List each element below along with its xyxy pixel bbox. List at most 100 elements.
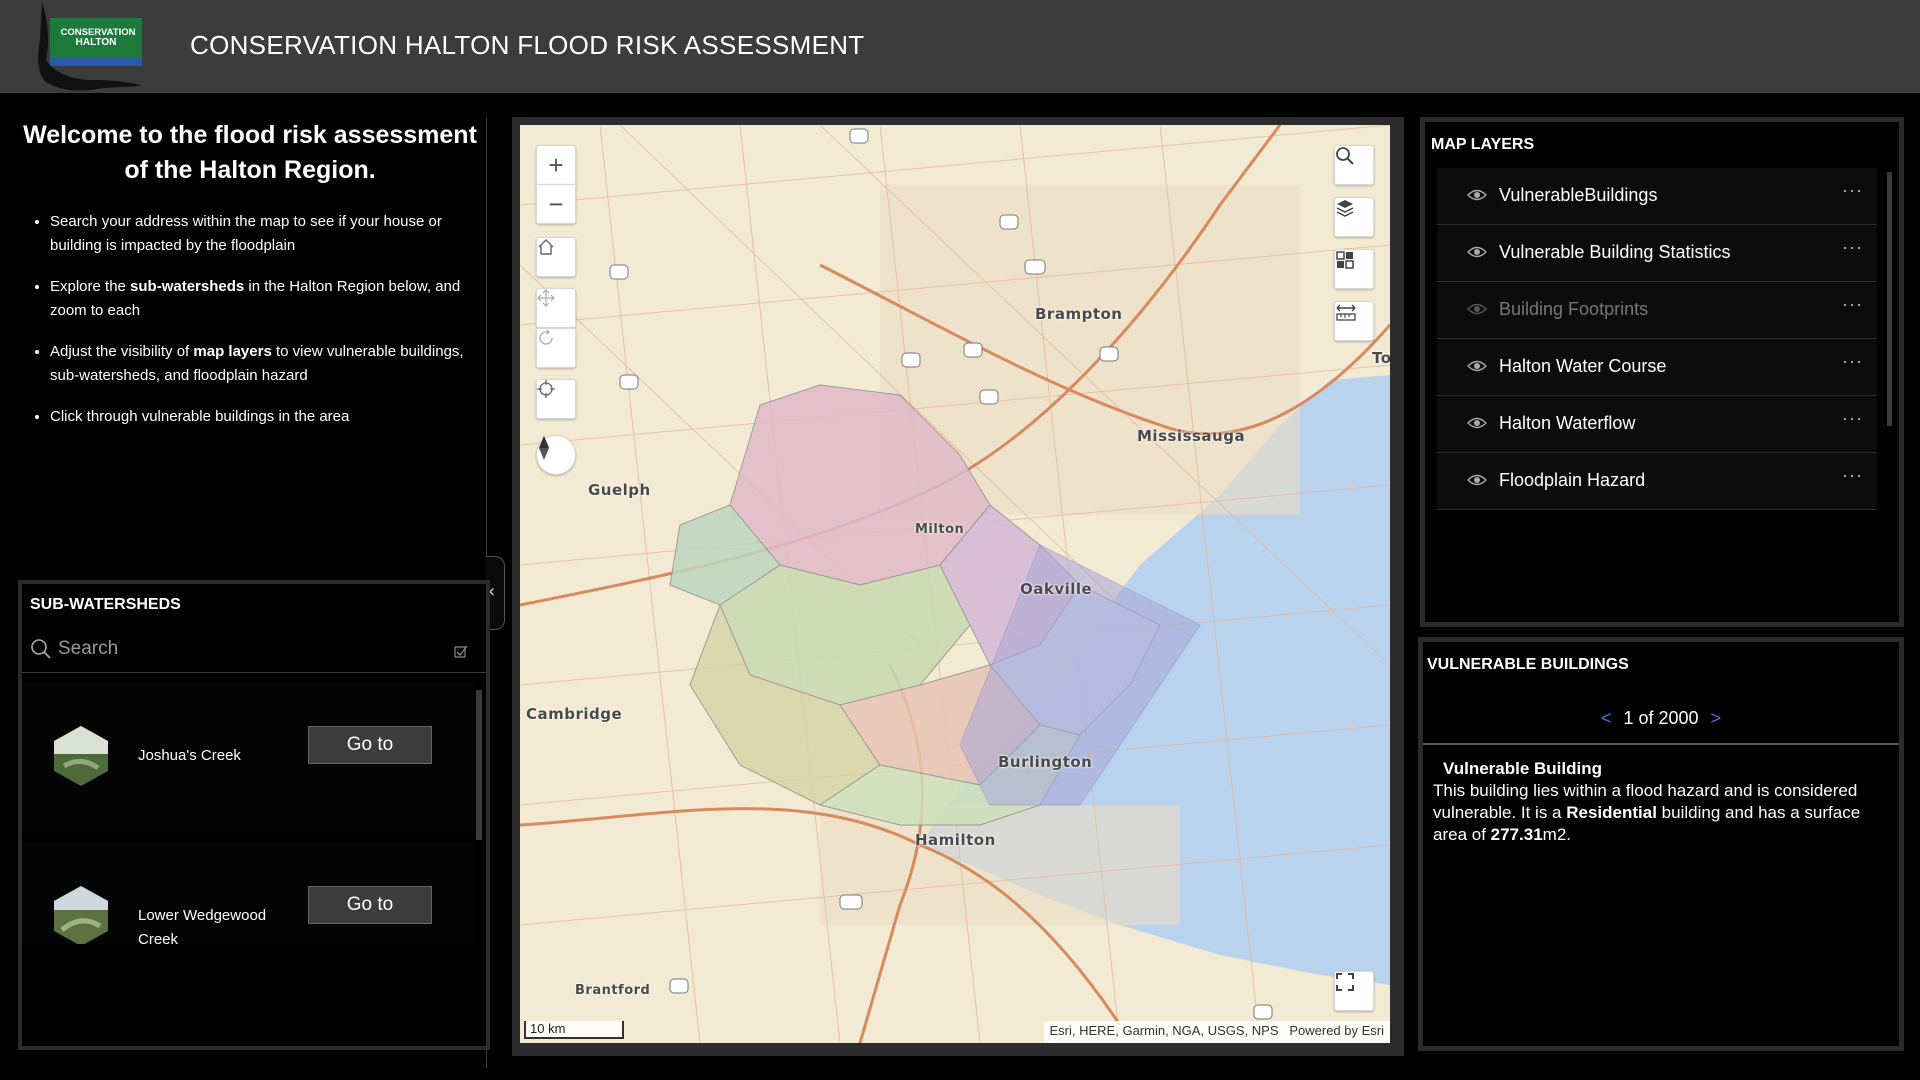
list-scrollbar[interactable] — [476, 690, 482, 840]
popup-title: Vulnerable Building — [1443, 759, 1602, 778]
intro-heading: Welcome to the flood risk assessment of … — [23, 121, 477, 184]
intro-bullet: Click through vulnerable buildings in th… — [50, 405, 480, 429]
more-options-icon[interactable]: ··· — [1842, 294, 1863, 315]
bullet-text: Adjust the visibility of — [50, 343, 194, 360]
eye-icon[interactable] — [1467, 188, 1487, 202]
bullet-text: Click through vulnerable buildings in th… — [50, 408, 350, 425]
building-type: Residential — [1566, 803, 1657, 822]
layer-list: VulnerableBuildings ··· Vulnerable Build… — [1437, 168, 1877, 510]
zoom-in-button[interactable]: + — [536, 145, 576, 185]
basemap-gallery-button[interactable] — [1334, 249, 1374, 289]
rotate-button[interactable] — [536, 328, 576, 368]
map-layers-title: MAP LAYERS — [1431, 136, 1535, 153]
more-options-icon[interactable]: ··· — [1842, 180, 1863, 201]
layer-item[interactable]: VulnerableBuildings ··· — [1437, 168, 1877, 225]
map-label-city: Oakville — [1020, 580, 1093, 598]
layer-item[interactable]: Halton Water Course ··· — [1437, 339, 1877, 396]
eye-icon[interactable] — [1467, 302, 1487, 316]
more-options-icon[interactable]: ··· — [1842, 408, 1863, 429]
measure-button[interactable] — [1334, 301, 1374, 341]
search-icon — [1336, 147, 1354, 165]
app-title: CONSERVATION HALTON FLOOD RISK ASSESSMEN… — [190, 30, 865, 60]
map-label-city: Mississauga — [1137, 427, 1246, 445]
map-layers-panel: MAP LAYERS VulnerableBuildings ··· Vulne… — [1420, 117, 1904, 627]
zoom-out-icon: − — [548, 188, 564, 219]
more-options-icon[interactable]: ··· — [1842, 237, 1863, 258]
bullet-bold-text: sub-watersheds — [130, 278, 245, 295]
scale-bar: 10 km — [524, 1021, 624, 1039]
compass-icon — [539, 436, 549, 460]
layer-item[interactable]: Building Footprints ··· — [1437, 282, 1877, 339]
home-icon — [538, 239, 554, 255]
conservation-halton-logo: CONSERVATION HALTON — [32, 0, 152, 93]
sub-watershed-name: Joshua's Creek — [138, 747, 241, 764]
compass-button[interactable] — [536, 435, 576, 475]
eye-icon[interactable] — [1467, 473, 1487, 487]
powered-by-esri[interactable]: Powered by Esri — [1289, 1023, 1384, 1038]
go-to-button[interactable]: Go to — [308, 726, 432, 764]
map-attribution[interactable]: Esri, HERE, Garmin, NGA, USGS, NPS Power… — [1043, 1021, 1390, 1043]
layer-name: Halton Water Course — [1499, 356, 1667, 376]
sub-watershed-thumbnail — [54, 886, 108, 944]
eye-icon[interactable] — [1467, 416, 1487, 430]
basemap-gallery-icon — [1336, 251, 1354, 269]
vulnerable-buildings-title: VULNERABLE BUILDINGS — [1427, 656, 1629, 673]
zoom-out-button[interactable]: − — [536, 184, 576, 224]
fullscreen-button[interactable] — [1334, 971, 1374, 1011]
intro-bullet: Explore the sub-watersheds in the Halton… — [50, 275, 480, 323]
pan-button[interactable] — [536, 288, 576, 328]
layer-item[interactable]: Vulnerable Building Statistics ··· — [1437, 225, 1877, 282]
bullet-bold-text: map layers — [193, 343, 272, 360]
layer-name: Halton Waterflow — [1499, 413, 1636, 433]
map-view[interactable]: Brampton Mississauga Guelph Milton Oakvi… — [520, 125, 1390, 1043]
search-input[interactable] — [56, 634, 420, 664]
fullscreen-icon — [1336, 973, 1354, 991]
layer-item[interactable]: Halton Waterflow ··· — [1437, 396, 1877, 453]
divider — [1423, 743, 1899, 745]
map-label-city: Hamilton — [915, 831, 996, 849]
layer-list-scrollbar[interactable] — [1887, 172, 1892, 426]
intro-panel: Welcome to the flood risk assessment of … — [20, 118, 480, 446]
go-to-button[interactable]: Go to — [308, 886, 432, 924]
eye-icon[interactable] — [1467, 359, 1487, 373]
search-map-button[interactable] — [1334, 145, 1374, 185]
layer-name: Building Footprints — [1499, 299, 1649, 319]
map-frame: Brampton Mississauga Guelph Milton Oakvi… — [512, 117, 1404, 1056]
basemap — [520, 125, 1390, 1043]
popup-description: This building lies within a flood hazard… — [1433, 780, 1893, 846]
layer-name: Vulnerable Building Statistics — [1499, 242, 1731, 262]
layers-icon — [1336, 200, 1354, 217]
rotate-icon — [539, 329, 553, 345]
feature-pager: <1 of 2000 > — [1423, 708, 1899, 729]
eye-icon[interactable] — [1467, 245, 1487, 259]
area-unit: m2. — [1542, 825, 1571, 844]
intro-bullet-list: Search your address within the map to se… — [20, 210, 480, 429]
more-options-icon[interactable]: ··· — [1842, 465, 1863, 486]
zoom-in-icon: + — [548, 149, 564, 180]
logo-text-line2: HALTON — [76, 37, 117, 48]
sub-watershed-thumbnail — [54, 726, 108, 786]
more-options-icon[interactable]: ··· — [1842, 351, 1863, 372]
locate-icon — [537, 380, 555, 398]
popup-content: Vulnerable Building This building lies w… — [1433, 758, 1893, 846]
sub-watershed-name: Lower Wedgewood Creek — [138, 907, 267, 944]
layer-item[interactable]: Floodplain Hazard ··· — [1437, 453, 1877, 510]
building-area: 277.31 — [1490, 825, 1543, 844]
home-button[interactable] — [536, 237, 576, 277]
map-label-city: Milton — [915, 522, 965, 537]
bullet-text: Explore the — [50, 278, 131, 295]
list-item[interactable]: Joshua's Creek Go to — [22, 682, 474, 832]
attribution-text: Esri, HERE, Garmin, NGA, USGS, NPS — [1049, 1023, 1279, 1038]
list-item[interactable]: Lower Wedgewood Creek Go to — [22, 842, 474, 944]
sub-watersheds-title: SUB-WATERSHEDS — [30, 596, 181, 613]
map-label-city: Guelph — [588, 481, 651, 499]
locate-button[interactable] — [536, 379, 576, 419]
measure-icon — [1336, 304, 1356, 321]
intro-bullet: Adjust the visibility of map layers to v… — [50, 340, 480, 388]
previous-feature-button[interactable]: < — [1601, 708, 1612, 728]
sub-watersheds-list: Joshua's Creek Go to Lower Wedgewood Cre… — [22, 682, 474, 944]
layers-button[interactable] — [1334, 197, 1374, 237]
sub-watersheds-panel: SUB-WATERSHEDS Joshua's Creek Go to Lowe… — [18, 580, 490, 1050]
next-feature-button[interactable]: > — [1711, 708, 1722, 728]
select-all-icon[interactable] — [454, 644, 468, 658]
